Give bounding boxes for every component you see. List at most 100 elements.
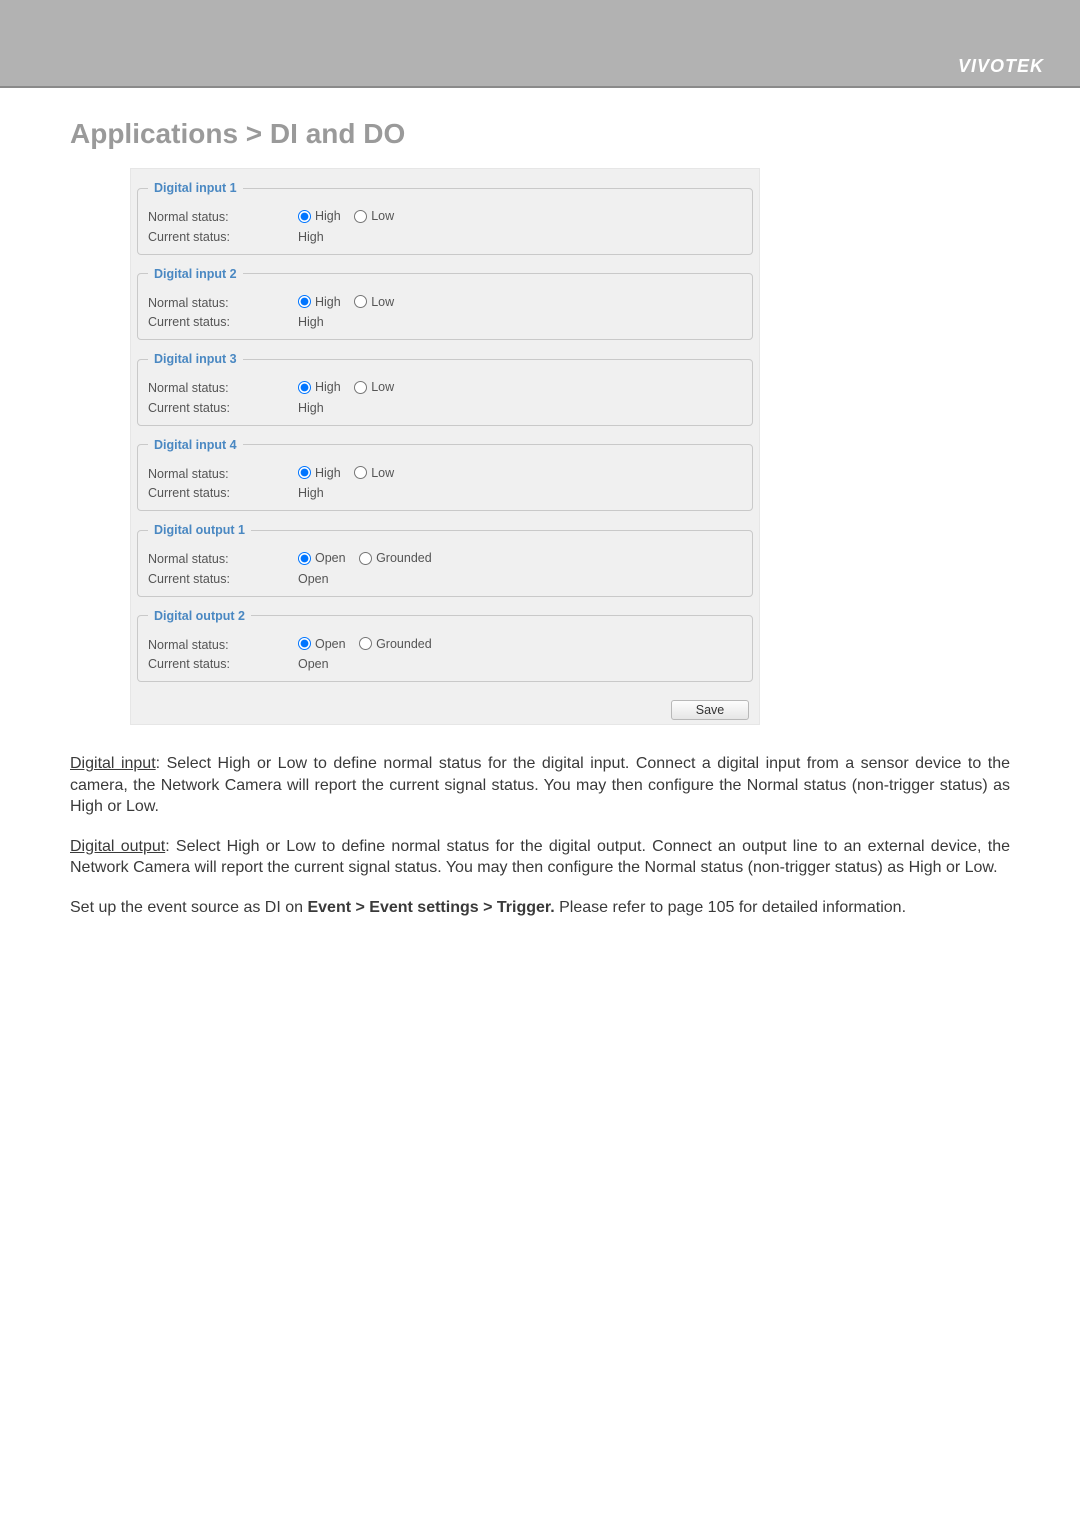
normal-status-label: Normal status: (148, 210, 298, 224)
group-legend: Digital output 2 (148, 609, 251, 623)
normal-status-row: Normal status: High Low (148, 209, 742, 226)
save-button[interactable]: Save (671, 700, 749, 720)
group-legend: Digital input 2 (148, 267, 243, 281)
radio-open[interactable]: Open (298, 551, 346, 565)
group-legend: Digital input 3 (148, 352, 243, 366)
radio-high[interactable]: High (298, 466, 341, 480)
radio-grounded[interactable]: Grounded (359, 637, 432, 651)
radio-high-input[interactable] (298, 295, 311, 308)
radio-low-label: Low (371, 295, 394, 309)
current-status-label: Current status: (148, 230, 298, 244)
radio-low-input[interactable] (354, 381, 367, 394)
radio-low-label: Low (371, 209, 394, 223)
digital-input-text: : Select High or Low to define normal st… (70, 755, 1010, 815)
current-status-label: Current status: (148, 315, 298, 329)
radio-high[interactable]: High (298, 209, 341, 223)
group-legend: Digital output 1 (148, 523, 251, 537)
digital-input-term: Digital input (70, 755, 156, 772)
radio-grounded[interactable]: Grounded (359, 551, 432, 565)
current-status-value: High (298, 486, 742, 500)
radio-low-input[interactable] (354, 466, 367, 479)
normal-status-options: Open Grounded (298, 637, 742, 654)
current-status-value: Open (298, 572, 742, 586)
paragraph-event-setup: Set up the event source as DI on Event >… (70, 897, 1010, 919)
footer-label: User's Manual - (901, 1483, 1017, 1500)
normal-status-row: Normal status: Open Grounded (148, 551, 742, 568)
current-status-row: Current status: High (148, 486, 742, 500)
page-title: Applications > DI and DO (70, 118, 1010, 150)
radio-low[interactable]: Low (354, 209, 394, 223)
radio-open-input[interactable] (298, 637, 311, 650)
radio-open-input[interactable] (298, 552, 311, 565)
event-path-bold: Event > Event settings > Trigger. (307, 899, 554, 916)
radio-grounded-input[interactable] (359, 637, 372, 650)
radio-open-label: Open (315, 551, 346, 565)
settings-panel: Digital input 1 Normal status: High Low (130, 168, 760, 725)
radio-low-input[interactable] (354, 295, 367, 308)
normal-status-options: High Low (298, 209, 742, 226)
radio-high-label: High (315, 209, 341, 223)
group-legend: Digital input 1 (148, 181, 243, 195)
radio-high[interactable]: High (298, 380, 341, 394)
normal-status-row: Normal status: High Low (148, 466, 742, 483)
radio-high-input[interactable] (298, 466, 311, 479)
normal-status-label: Normal status: (148, 467, 298, 481)
radio-high-input[interactable] (298, 210, 311, 223)
current-status-value: High (298, 230, 742, 244)
current-status-row: Current status: Open (148, 657, 742, 671)
normal-status-row: Normal status: Open Grounded (148, 637, 742, 654)
radio-low[interactable]: Low (354, 295, 394, 309)
paragraph-digital-input: Digital input: Select High or Low to def… (70, 753, 1010, 818)
normal-status-options: Open Grounded (298, 551, 742, 568)
radio-high-label: High (315, 295, 341, 309)
normal-status-options: High Low (298, 466, 742, 483)
body-text: Digital input: Select High or Low to def… (70, 753, 1010, 919)
radio-low-label: Low (371, 466, 394, 480)
page: VIVOTEK Applications > DI and DO Digital… (0, 0, 1080, 1527)
footer-page-number: 121 (1017, 1483, 1044, 1500)
radio-open-label: Open (315, 637, 346, 651)
current-status-row: Current status: Open (148, 572, 742, 586)
normal-status-options: High Low (298, 295, 742, 312)
current-status-label: Current status: (148, 401, 298, 415)
group-digital-input-3: Digital input 3 Normal status: High Low (137, 352, 753, 426)
save-row: Save (137, 694, 753, 722)
header-band: VIVOTEK (0, 0, 1080, 88)
current-status-row: Current status: High (148, 315, 742, 329)
radio-grounded-input[interactable] (359, 552, 372, 565)
group-digital-input-4: Digital input 4 Normal status: High Low (137, 438, 753, 512)
radio-grounded-label: Grounded (376, 637, 432, 651)
normal-status-label: Normal status: (148, 638, 298, 652)
current-status-row: Current status: High (148, 230, 742, 244)
group-digital-input-2: Digital input 2 Normal status: High Low (137, 267, 753, 341)
group-legend: Digital input 4 (148, 438, 243, 452)
group-digital-output-2: Digital output 2 Normal status: Open Gro… (137, 609, 753, 683)
normal-status-label: Normal status: (148, 381, 298, 395)
content-area: Applications > DI and DO Digital input 1… (70, 118, 1010, 919)
footer: User's Manual - 121 (901, 1483, 1044, 1501)
radio-high-input[interactable] (298, 381, 311, 394)
digital-output-term: Digital output (70, 838, 165, 855)
radio-low-input[interactable] (354, 210, 367, 223)
paper-area: Applications > DI and DO Digital input 1… (0, 88, 1080, 1527)
radio-open[interactable]: Open (298, 637, 346, 651)
current-status-row: Current status: High (148, 401, 742, 415)
radio-high-label: High (315, 466, 341, 480)
group-digital-output-1: Digital output 1 Normal status: Open Gro… (137, 523, 753, 597)
radio-low-label: Low (371, 380, 394, 394)
normal-status-row: Normal status: High Low (148, 380, 742, 397)
group-digital-input-1: Digital input 1 Normal status: High Low (137, 181, 753, 255)
normal-status-row: Normal status: High Low (148, 295, 742, 312)
current-status-value: High (298, 315, 742, 329)
paragraph-digital-output: Digital output: Select High or Low to de… (70, 836, 1010, 879)
current-status-label: Current status: (148, 657, 298, 671)
event-setup-lead: Set up the event source as DI on (70, 899, 307, 916)
digital-output-text: : Select High or Low to define normal st… (70, 838, 1010, 877)
current-status-value: Open (298, 657, 742, 671)
normal-status-label: Normal status: (148, 296, 298, 310)
current-status-label: Current status: (148, 572, 298, 586)
radio-low[interactable]: Low (354, 466, 394, 480)
radio-high[interactable]: High (298, 295, 341, 309)
current-status-label: Current status: (148, 486, 298, 500)
radio-low[interactable]: Low (354, 380, 394, 394)
